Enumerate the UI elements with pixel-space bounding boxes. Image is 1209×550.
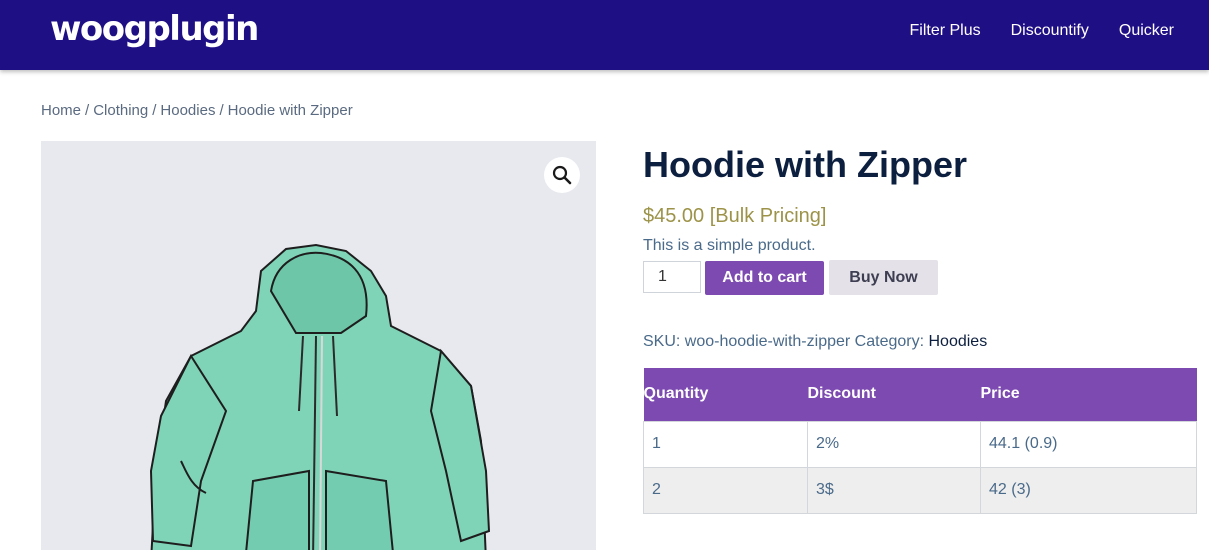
column-header-discount: Discount bbox=[807, 368, 981, 421]
breadcrumb-separator: / bbox=[219, 102, 224, 119]
breadcrumb: Home / Clothing / Hoodies / Hoodie with Zipper bbox=[41, 102, 353, 119]
zoom-button[interactable] bbox=[544, 157, 580, 193]
nav-item-discountify[interactable]: Discountify bbox=[1011, 22, 1089, 40]
sku-label: SKU: bbox=[643, 333, 681, 350]
site-logo[interactable]: woogplugin bbox=[50, 9, 259, 49]
nav-item-quicker[interactable]: Quicker bbox=[1119, 22, 1174, 40]
quantity-input[interactable] bbox=[643, 261, 701, 293]
bulk-pricing-table: Quantity Discount Price 1 2% 44.1 (0.9) … bbox=[643, 368, 1197, 514]
table-header-row: Quantity Discount Price bbox=[643, 368, 1197, 421]
breadcrumb-separator: / bbox=[152, 102, 157, 119]
product-gallery[interactable] bbox=[41, 141, 596, 550]
product-meta: SKU: woo-hoodie-with-zipper Category: Ho… bbox=[643, 333, 987, 351]
main-nav: Filter Plus Discountify Quicker bbox=[910, 22, 1175, 40]
buy-now-button[interactable]: Buy Now bbox=[829, 260, 938, 295]
cell-discount: 2% bbox=[807, 420, 981, 468]
product-image[interactable] bbox=[41, 141, 596, 550]
column-header-quantity: Quantity bbox=[643, 368, 808, 421]
product-title: Hoodie with Zipper bbox=[643, 144, 967, 185]
product-price: $45.00 [Bulk Pricing] bbox=[643, 205, 827, 227]
cell-quantity: 2 bbox=[643, 466, 808, 514]
breadcrumb-clothing[interactable]: Clothing bbox=[93, 102, 148, 119]
add-to-cart-button[interactable]: Add to cart bbox=[705, 261, 824, 295]
cell-price: 44.1 (0.9) bbox=[980, 420, 1197, 468]
zoom-magnifier-icon bbox=[552, 165, 572, 185]
category-label: Category: bbox=[854, 333, 925, 350]
table-row: 1 2% 44.1 (0.9) bbox=[643, 420, 1197, 468]
table-row: 2 3$ 42 (3) bbox=[643, 466, 1197, 514]
nav-item-filter-plus[interactable]: Filter Plus bbox=[910, 22, 981, 40]
breadcrumb-hoodies[interactable]: Hoodies bbox=[160, 102, 215, 119]
sku-value: woo-hoodie-with-zipper bbox=[684, 333, 851, 350]
product-short-description: This is a simple product. bbox=[643, 237, 816, 254]
cell-discount: 3$ bbox=[807, 466, 981, 514]
category-link[interactable]: Hoodies bbox=[929, 333, 988, 350]
breadcrumb-separator: / bbox=[85, 102, 90, 119]
column-header-price: Price bbox=[980, 368, 1197, 421]
breadcrumb-home[interactable]: Home bbox=[41, 102, 81, 119]
breadcrumb-current: Hoodie with Zipper bbox=[227, 102, 353, 119]
cell-price: 42 (3) bbox=[980, 466, 1197, 514]
cell-quantity: 1 bbox=[643, 420, 808, 468]
site-header: woogplugin Filter Plus Discountify Quick… bbox=[0, 0, 1209, 70]
